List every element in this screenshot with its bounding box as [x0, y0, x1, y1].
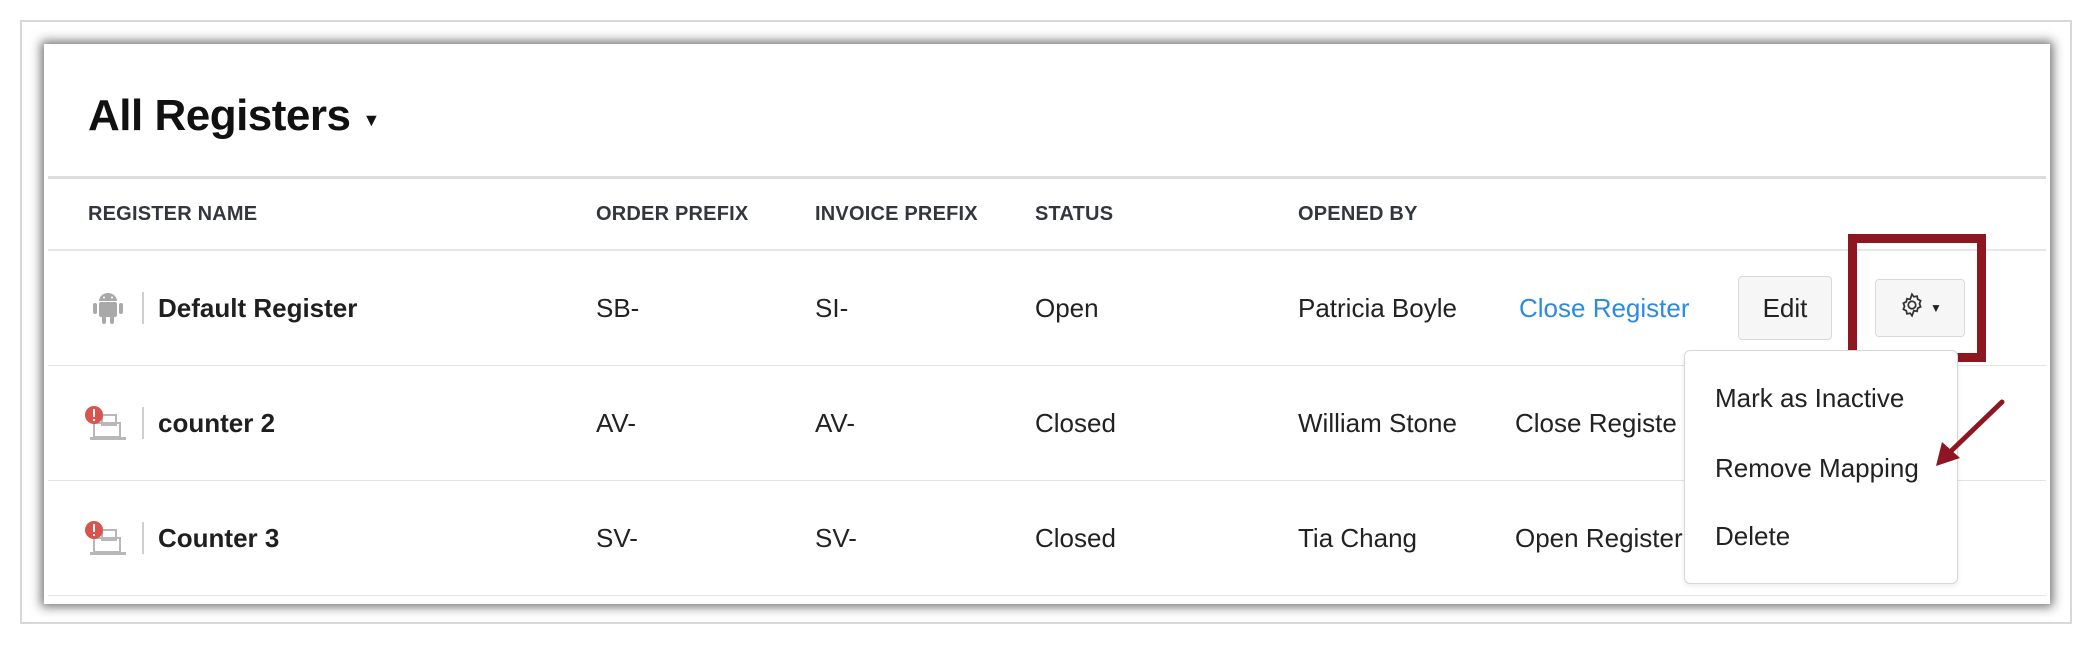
status-cell: Open: [1035, 292, 1099, 323]
order-prefix-cell: AV-: [596, 407, 636, 438]
menu-item-remove-mapping[interactable]: Remove Mapping: [1715, 453, 1919, 484]
register-name-cell: Counter 3: [82, 481, 279, 595]
close-register-link[interactable]: Close Register: [1519, 251, 1690, 365]
register-name-cell: counter 2: [82, 366, 275, 480]
register-name[interactable]: counter 2: [158, 408, 275, 439]
col-invoice-prefix[interactable]: INVOICE PREFIX: [815, 203, 978, 226]
register-name[interactable]: Default Register: [158, 293, 357, 324]
title-dropdown-caret-icon[interactable]: ▼: [362, 110, 380, 131]
page-title: All Registers: [88, 91, 351, 140]
invoice-prefix-cell: SV-: [815, 522, 857, 553]
annotation-arrow-icon: [1936, 399, 2005, 466]
name-separator: [142, 407, 144, 439]
device-warning-icon: [82, 518, 128, 558]
order-prefix-cell: SV-: [596, 522, 638, 553]
name-separator: [142, 292, 144, 324]
status-cell: Closed: [1035, 407, 1116, 438]
name-separator: [142, 522, 144, 554]
opened-by-cell: Tia Chang: [1298, 522, 1417, 553]
edit-button[interactable]: Edit: [1738, 276, 1832, 340]
table-row[interactable]: Default Register SB- SI- Open Patricia B…: [48, 251, 2046, 366]
status-cell: Closed: [1035, 522, 1116, 553]
opened-by-cell: Patricia Boyle: [1298, 292, 1457, 323]
opened-by-cell: William Stone: [1298, 407, 1457, 438]
device-warning-icon: [82, 403, 128, 443]
table-header: REGISTER NAME ORDER PREFIX INVOICE PREFI…: [48, 179, 2046, 251]
settings-dropdown-menu: Mark as Inactive Remove Mapping Delete: [1684, 350, 1958, 584]
col-opened-by[interactable]: OPENED BY: [1298, 203, 1418, 226]
settings-highlight-box: [1848, 234, 1986, 362]
open-register-action[interactable]: Open Register: [1515, 481, 1683, 595]
android-icon: [88, 288, 128, 328]
menu-item-mark-inactive[interactable]: Mark as Inactive: [1715, 383, 1904, 414]
title-row: All Registers ▼: [88, 86, 380, 146]
col-register-name[interactable]: REGISTER NAME: [88, 203, 257, 226]
register-name-cell: Default Register: [88, 251, 357, 365]
invoice-prefix-cell: SI-: [815, 292, 849, 323]
col-order-prefix[interactable]: ORDER PREFIX: [596, 203, 748, 226]
col-status[interactable]: STATUS: [1035, 203, 1113, 226]
menu-item-delete[interactable]: Delete: [1715, 521, 1790, 552]
register-name[interactable]: Counter 3: [158, 523, 279, 554]
close-register-action[interactable]: Close Registe: [1515, 366, 1677, 480]
invoice-prefix-cell: AV-: [815, 407, 855, 438]
order-prefix-cell: SB-: [596, 292, 640, 323]
